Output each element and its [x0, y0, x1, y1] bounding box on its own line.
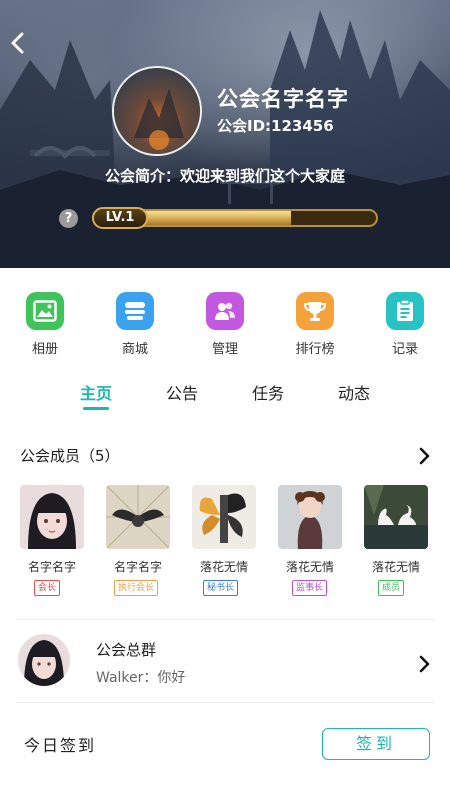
member-card[interactable]: 落花无情 成员 [364, 485, 450, 600]
daily-signin-label: 今日签到 [24, 736, 97, 755]
member-avatar [192, 485, 256, 549]
menu-label: 记录 [391, 342, 418, 357]
member-card[interactable]: 落花无情 监事长 [278, 485, 364, 600]
back-arrow-icon[interactable] [6, 28, 30, 58]
member-card[interactable]: 名字名字 执行会长 [106, 485, 192, 600]
guild-tabs: 主页 公告 任务 动态 [0, 380, 450, 416]
tab-activity[interactable]: 动态 [311, 380, 397, 416]
menu-item-shop[interactable]: 商城 [90, 285, 180, 365]
photo-album-icon [26, 292, 64, 330]
member-role-badge: 成员 [378, 580, 405, 596]
guild-group-chat[interactable]: 公会总群 Walker：你好 [0, 628, 450, 698]
chevron-right-icon[interactable] [414, 444, 434, 468]
menu-item-records[interactable]: 记录 [360, 285, 450, 365]
divider [16, 619, 434, 620]
members-section-title: 公会成员（5） [20, 447, 120, 465]
level-badge: LV.1 [92, 207, 148, 229]
members-list: 名字名字 会长 名字名字 执行会长 落花无情 秘书长 落花无情 监事长 落花无情… [0, 485, 450, 600]
menu-label: 管理 [211, 342, 238, 357]
menu-label: 排行榜 [295, 342, 335, 357]
menu-item-manage[interactable]: 管理 [180, 285, 270, 365]
member-name: 名字名字 [27, 560, 76, 574]
member-name: 落花无情 [199, 560, 248, 574]
member-avatar [20, 485, 84, 549]
clipboard-icon [386, 292, 424, 330]
tab-announcement[interactable]: 公告 [139, 380, 225, 416]
help-icon[interactable]: ? [59, 209, 78, 228]
quick-menu: 相册 商城 管理 排行榜 记录 [0, 285, 450, 365]
group-avatar [18, 634, 70, 686]
menu-label: 相册 [31, 342, 58, 357]
member-role-badge: 执行会长 [114, 580, 159, 596]
guild-header-banner: 公会名字名字 公会ID:123456 公会简介：欢迎来到我们这个大家庭 ? LV… [0, 0, 450, 268]
manage-users-icon [206, 292, 244, 330]
member-name: 落花无情 [371, 560, 420, 574]
guild-name: 公会名字名字 [217, 87, 349, 111]
trophy-icon [296, 292, 334, 330]
menu-item-album[interactable]: 相册 [0, 285, 90, 365]
member-name: 名字名字 [113, 560, 162, 574]
guild-avatar[interactable] [112, 66, 202, 156]
tab-home[interactable]: 主页 [53, 380, 139, 416]
member-avatar [106, 485, 170, 549]
menu-item-ranking[interactable]: 排行榜 [270, 285, 360, 365]
menu-label: 商城 [121, 342, 148, 357]
member-avatar [364, 485, 428, 549]
member-avatar [278, 485, 342, 549]
member-role-badge: 秘书长 [203, 580, 239, 596]
member-role-badge: 会长 [34, 580, 61, 596]
member-card[interactable]: 落花无情 秘书长 [192, 485, 278, 600]
guild-intro: 公会简介：欢迎来到我们这个大家庭 [104, 167, 345, 185]
shop-icon [116, 292, 154, 330]
member-role-badge: 监事长 [292, 580, 328, 596]
tab-tasks[interactable]: 任务 [225, 380, 311, 416]
member-card[interactable]: 名字名字 会长 [20, 485, 106, 600]
group-name: 公会总群 [96, 641, 157, 659]
chevron-right-icon [419, 655, 430, 673]
signin-button[interactable]: 签到 [322, 728, 430, 760]
guild-id: 公会ID:123456 [217, 117, 334, 135]
member-name: 落花无情 [285, 560, 334, 574]
group-last-message: Walker：你好 [96, 670, 186, 686]
divider [16, 702, 434, 703]
